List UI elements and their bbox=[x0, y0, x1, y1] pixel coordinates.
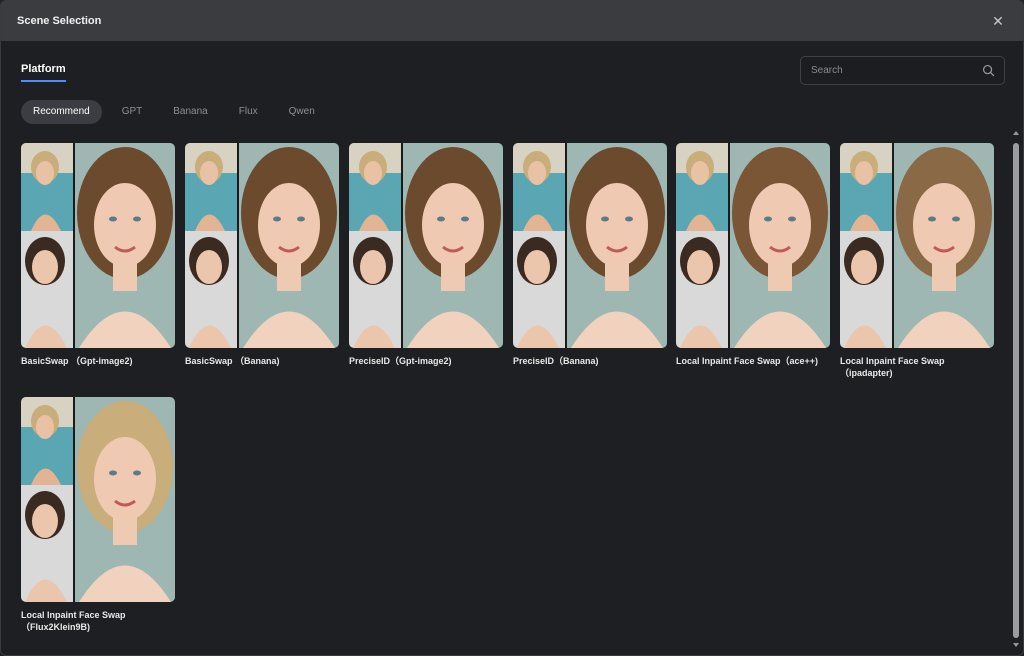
scroll-thumb[interactable] bbox=[1013, 143, 1019, 638]
platform-tabs: Platform bbox=[21, 59, 66, 83]
dialog-title: Scene Selection bbox=[17, 15, 102, 27]
category-filter: Recommend GPT Banana Flux Qwen bbox=[21, 100, 346, 124]
scene-thumbnail bbox=[349, 143, 503, 348]
scene-card-inpaint-ipadapter[interactable]: Local Inpaint Face Swap （ipadapter) bbox=[840, 143, 994, 379]
scene-label: BasicSwap （Banana) bbox=[185, 356, 280, 366]
scene-card-preciseid-banana[interactable]: PreciseID（Banana) bbox=[513, 143, 667, 367]
scene-label: Local Inpaint Face Swap （Flux2Klein9B) bbox=[21, 610, 126, 632]
dialog-titlebar: Scene Selection ✕ bbox=[1, 1, 1023, 41]
search-icon[interactable] bbox=[982, 64, 995, 77]
close-icon[interactable]: ✕ bbox=[991, 14, 1005, 28]
scene-card-basicswap-gpt[interactable]: BasicSwap （Gpt-image2) bbox=[21, 143, 175, 367]
scene-label: BasicSwap （Gpt-image2) bbox=[21, 356, 133, 366]
search-box bbox=[800, 56, 1005, 85]
scene-card-preciseid-gpt[interactable]: PreciseID（Gpt-image2) bbox=[349, 143, 503, 367]
scene-grid: BasicSwap （Gpt-image2) BasicSwap （Banana… bbox=[21, 143, 1001, 643]
filter-recommend[interactable]: Recommend bbox=[21, 100, 102, 124]
scene-thumbnail bbox=[21, 397, 175, 602]
filter-banana[interactable]: Banana bbox=[173, 100, 207, 124]
scene-label: Local Inpaint Face Swap（ace++) bbox=[676, 356, 819, 366]
scene-label: PreciseID（Gpt-image2) bbox=[349, 356, 452, 366]
scroll-down-arrow[interactable] bbox=[1013, 643, 1019, 647]
search-input[interactable] bbox=[801, 57, 976, 84]
scene-label: PreciseID（Banana) bbox=[513, 356, 599, 366]
scene-label: Local Inpaint Face Swap （ipadapter) bbox=[840, 356, 945, 378]
vertical-scrollbar[interactable] bbox=[1012, 129, 1021, 649]
scene-card-inpaint-ace[interactable]: Local Inpaint Face Swap（ace++) bbox=[676, 143, 830, 367]
scene-thumbnail bbox=[676, 143, 830, 348]
scene-card-inpaint-flux2klein[interactable]: Local Inpaint Face Swap （Flux2Klein9B) bbox=[21, 397, 175, 633]
scene-thumbnail bbox=[21, 143, 175, 348]
scroll-up-arrow[interactable] bbox=[1013, 131, 1019, 135]
filter-qwen[interactable]: Qwen bbox=[289, 100, 315, 124]
scene-card-basicswap-banana[interactable]: BasicSwap （Banana) bbox=[185, 143, 339, 367]
tab-platform[interactable]: Platform bbox=[21, 63, 66, 82]
scene-thumbnail bbox=[840, 143, 994, 348]
scene-selection-dialog: Scene Selection ✕ Platform Recommend GPT… bbox=[0, 0, 1024, 656]
scene-thumbnail bbox=[185, 143, 339, 348]
filter-flux[interactable]: Flux bbox=[239, 100, 258, 124]
filter-gpt[interactable]: GPT bbox=[122, 100, 143, 124]
scene-thumbnail bbox=[513, 143, 667, 348]
